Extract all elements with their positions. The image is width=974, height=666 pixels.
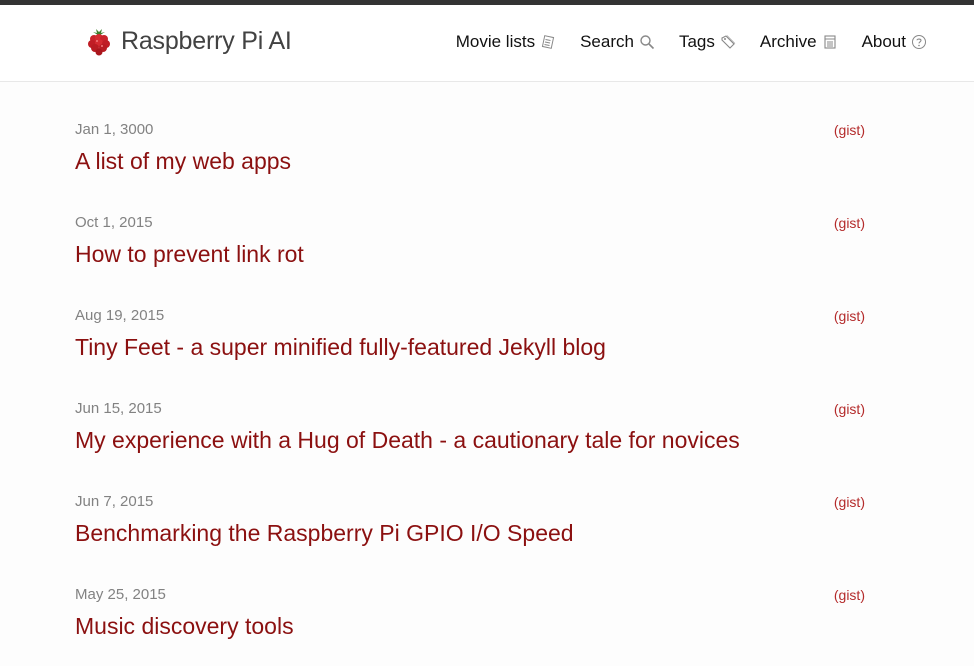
- list-item: Aug 19, 2015 (gist) Tiny Feet - a super …: [75, 294, 865, 387]
- nav-item-label: Search: [580, 32, 634, 51]
- site-header: Raspberry Pi AI Movie lists Search Tags …: [0, 5, 974, 82]
- nav-item-tags[interactable]: Tags: [679, 32, 736, 52]
- site-title: Raspberry Pi AI: [121, 26, 292, 55]
- gist-link[interactable]: (gist): [834, 587, 865, 603]
- post-title-link[interactable]: Music discovery tools: [75, 613, 294, 640]
- gist-link[interactable]: (gist): [834, 308, 865, 324]
- list-item: Oct 1, 2015 (gist) How to prevent link r…: [75, 201, 865, 294]
- nav-item-search[interactable]: Search: [580, 32, 655, 52]
- list-item: Jun 7, 2015 (gist) Benchmarking the Rasp…: [75, 480, 865, 573]
- post-title-link[interactable]: My experience with a Hug of Death - a ca…: [75, 427, 740, 454]
- post-date: Oct 1, 2015: [75, 214, 153, 231]
- question-icon: [911, 34, 927, 50]
- nav-item-label: About: [861, 32, 906, 51]
- post-title-link[interactable]: A list of my web apps: [75, 148, 291, 175]
- post-title-link[interactable]: Benchmarking the Raspberry Pi GPIO I/O S…: [75, 520, 574, 547]
- list-item: Jun 15, 2015 (gist) My experience with a…: [75, 387, 865, 480]
- post-date: Jun 7, 2015: [75, 493, 154, 510]
- gist-link[interactable]: (gist): [834, 401, 865, 417]
- search-icon: [639, 34, 655, 50]
- list-icon: [540, 34, 556, 50]
- post-title-link[interactable]: How to prevent link rot: [75, 241, 304, 268]
- nav-item-movie-lists[interactable]: Movie lists: [456, 32, 556, 52]
- post-date: Jan 1, 3000: [75, 121, 154, 138]
- post-date: May 25, 2015: [75, 586, 166, 603]
- gist-link[interactable]: (gist): [834, 215, 865, 231]
- nav-item-label: Movie lists: [455, 32, 536, 51]
- site-brand-link[interactable]: Raspberry Pi AI: [87, 26, 292, 56]
- archive-icon: [822, 34, 838, 50]
- post-date: Jun 15, 2015: [75, 400, 162, 417]
- main-nav: Movie lists Search Tags Archive About: [456, 32, 927, 52]
- nav-item-archive[interactable]: Archive: [760, 32, 838, 52]
- nav-item-about[interactable]: About: [862, 32, 927, 52]
- nav-item-label: Archive: [759, 32, 817, 51]
- list-item: Jan 1, 3000 (gist) A list of my web apps: [75, 108, 865, 201]
- gist-link[interactable]: (gist): [834, 494, 865, 510]
- list-item: May 25, 2015 (gist) Music discovery tool…: [75, 573, 865, 666]
- post-title-link[interactable]: Tiny Feet - a super minified fully-featu…: [75, 334, 606, 361]
- post-date: Aug 19, 2015: [75, 307, 165, 324]
- tag-icon: [720, 34, 736, 50]
- post-list: Jan 1, 3000 (gist) A list of my web apps…: [75, 108, 865, 666]
- raspberry-icon: [87, 26, 111, 56]
- gist-link[interactable]: (gist): [834, 122, 865, 138]
- nav-item-label: Tags: [678, 32, 715, 51]
